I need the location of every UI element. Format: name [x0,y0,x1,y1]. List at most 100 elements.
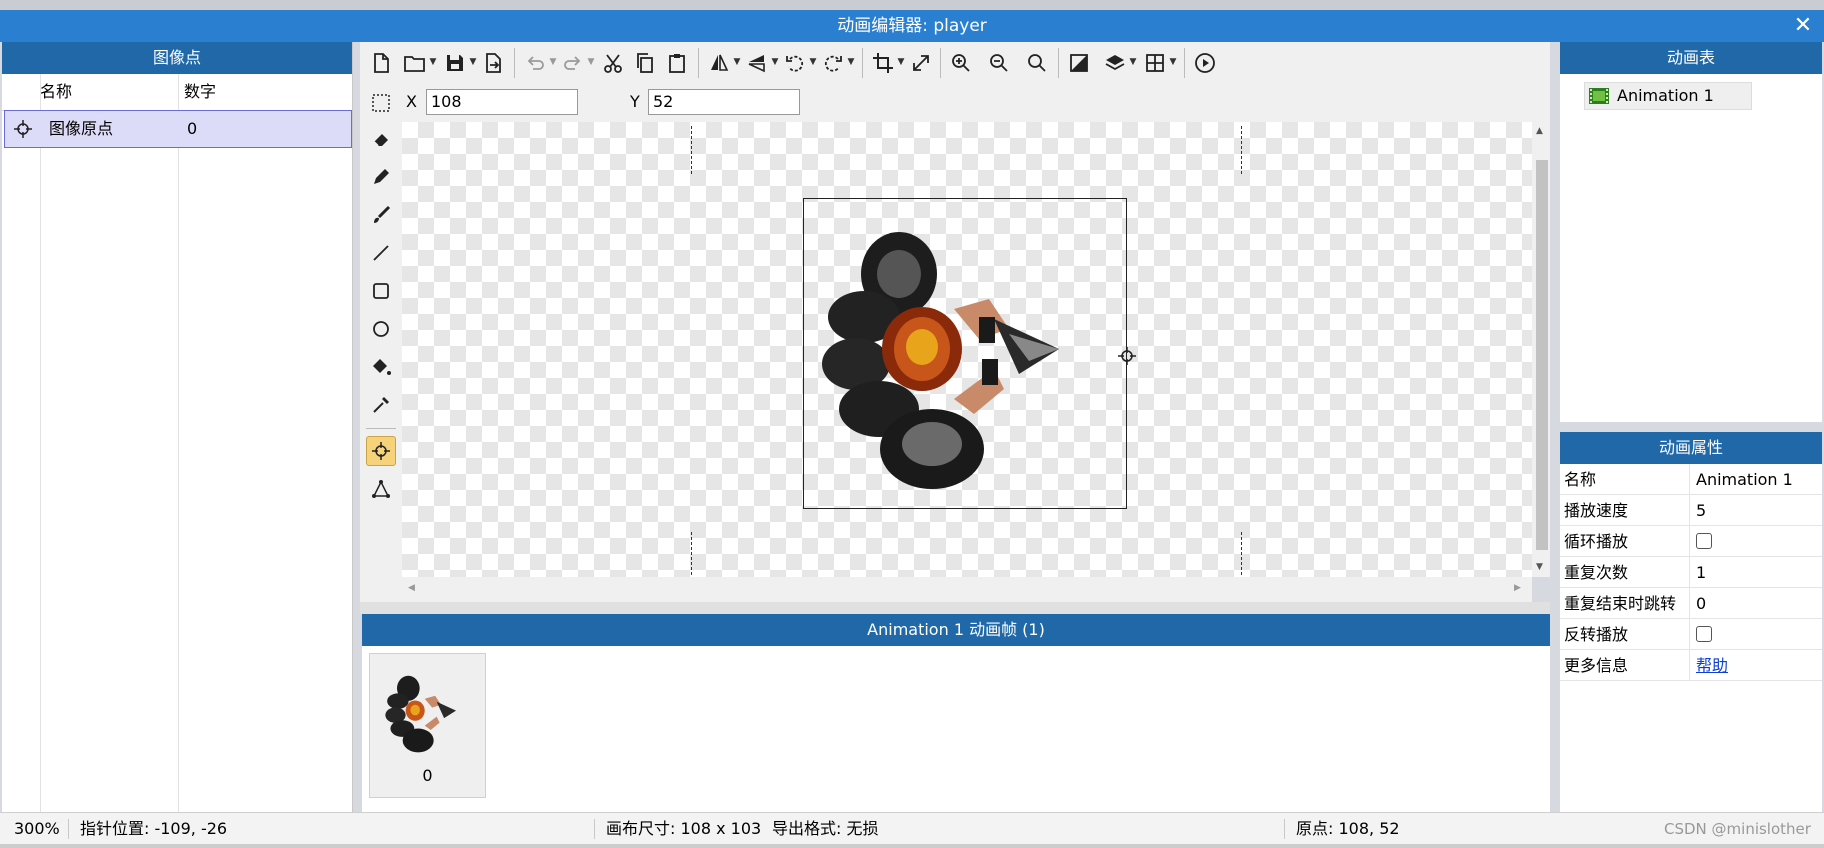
frames-panel-title: Animation 1 动画帧 (1) [362,614,1550,646]
list-item[interactable]: Animation 1 [1584,82,1752,110]
toolbar-separator [1184,48,1185,78]
color-adjust-icon[interactable] [1066,50,1092,76]
eyedropper-icon[interactable] [366,390,396,420]
film-icon [1589,88,1609,104]
flip-vertical-icon[interactable] [744,50,770,76]
grid-icon[interactable] [1142,50,1168,76]
export-icon[interactable] [480,50,506,76]
zoom-level[interactable]: 300% [14,813,60,845]
tool-separator [366,428,396,429]
chevron-down-icon[interactable]: ▼ [732,54,742,70]
scroll-left-icon[interactable]: ◀ [408,583,415,593]
animation-properties-panel: 动画属性 名称 Animation 1 播放速度 5 循环播放 重复次数 1 重… [1560,432,1822,812]
pointer-position: 指针位置: -109, -26 [80,819,228,838]
origin-position: 原点: 108, 52 [1296,819,1400,838]
origin-point-icon[interactable] [366,436,396,466]
line-icon[interactable] [366,238,396,268]
paste-icon[interactable] [664,50,690,76]
grid-divider [1689,464,1690,495]
horizontal-scrollbar[interactable]: ◀ ▶ [402,577,1532,602]
points-table-header: 名称 数字 [2,74,352,111]
origin-marker-icon[interactable] [1117,346,1137,366]
table-row[interactable]: 图像原点 0 [4,110,352,148]
property-key: 重复次数 [1564,563,1629,582]
crop-icon[interactable] [870,50,896,76]
frame-thumbnail-image [385,675,457,753]
reverse-checkbox[interactable] [1696,626,1712,642]
vertical-scrollbar[interactable]: ▲ ▼ [1532,122,1550,577]
fill-bucket-icon[interactable] [366,352,396,382]
toolbar-separator [1058,48,1059,78]
playback-speed-field[interactable]: 5 [1696,495,1706,526]
scroll-down-icon[interactable]: ▼ [1536,562,1543,572]
repeat-count-field[interactable]: 1 [1696,557,1706,588]
flip-horizontal-icon[interactable] [706,50,732,76]
property-row-name: 名称 Animation 1 [1560,464,1822,495]
property-key: 名称 [1564,470,1597,489]
cut-icon[interactable] [600,50,626,76]
chevron-down-icon[interactable]: ▼ [770,54,780,70]
jump-after-repeat-field[interactable]: 0 [1696,588,1706,619]
guide-line [691,532,692,577]
help-link[interactable]: 帮助 [1696,650,1728,681]
chevron-down-icon[interactable]: ▼ [846,54,856,70]
play-icon[interactable] [1192,50,1218,76]
chevron-down-icon[interactable]: ▼ [1128,54,1138,70]
guide-line [1241,532,1242,577]
grid-divider [40,74,41,844]
background-window-strip [0,0,1824,10]
property-row-speed: 播放速度 5 [1560,495,1822,526]
scrollbar-thumb[interactable] [1536,160,1548,550]
animation-properties-title: 动画属性 [1560,432,1822,464]
zoom-out-icon[interactable] [986,50,1012,76]
chevron-down-icon[interactable]: ▼ [468,54,478,70]
new-file-icon[interactable] [368,50,394,76]
sprite-image [822,232,1059,489]
property-row-more-info: 更多信息 帮助 [1560,650,1822,681]
chevron-down-icon[interactable]: ▼ [808,54,818,70]
chevron-down-icon[interactable]: ▼ [428,54,438,70]
x-label: X [406,92,417,111]
pencil-icon[interactable] [366,162,396,192]
chevron-down-icon[interactable]: ▼ [548,54,558,70]
grid-divider [1689,557,1690,588]
rotate-cw-icon[interactable] [820,50,846,76]
y-coordinate-input[interactable]: 52 [648,89,800,115]
status-separator [1284,819,1285,839]
scroll-up-icon[interactable]: ▲ [1536,126,1543,136]
grid-divider [178,74,179,844]
frame-thumbnail[interactable]: 0 [369,653,486,798]
panel-splitter[interactable] [360,602,1550,614]
chevron-down-icon[interactable]: ▼ [586,54,596,70]
scroll-right-icon[interactable]: ▶ [1514,583,1521,593]
animation-name-field[interactable]: Animation 1 [1696,464,1793,495]
grid-divider [1689,619,1690,650]
close-icon[interactable]: ✕ [1790,12,1816,40]
polygon-points-icon[interactable] [366,474,396,504]
editing-canvas[interactable] [402,122,1532,577]
toolbar-separator [862,48,863,78]
rectangle-icon[interactable] [366,276,396,306]
redo-icon[interactable] [560,50,586,76]
x-coordinate-input[interactable]: 108 [426,89,578,115]
eraser-icon[interactable] [366,124,396,154]
layers-icon[interactable] [1102,50,1128,76]
loop-checkbox[interactable] [1696,533,1712,549]
drawing-tools [360,122,402,602]
window-bottom-edge [0,844,1824,848]
undo-icon[interactable] [522,50,548,76]
open-folder-icon[interactable] [402,50,428,76]
rotate-ccw-icon[interactable] [782,50,808,76]
property-key: 播放速度 [1564,501,1629,520]
select-icon[interactable] [368,90,394,116]
zoom-in-icon[interactable] [948,50,974,76]
save-icon[interactable] [442,50,468,76]
brush-icon[interactable] [366,200,396,230]
property-row-reverse: 反转播放 [1560,619,1822,650]
chevron-down-icon[interactable]: ▼ [896,54,906,70]
chevron-down-icon[interactable]: ▼ [1168,54,1178,70]
ellipse-icon[interactable] [366,314,396,344]
copy-icon[interactable] [632,50,658,76]
zoom-reset-icon[interactable] [1024,50,1050,76]
resize-icon[interactable] [908,50,934,76]
